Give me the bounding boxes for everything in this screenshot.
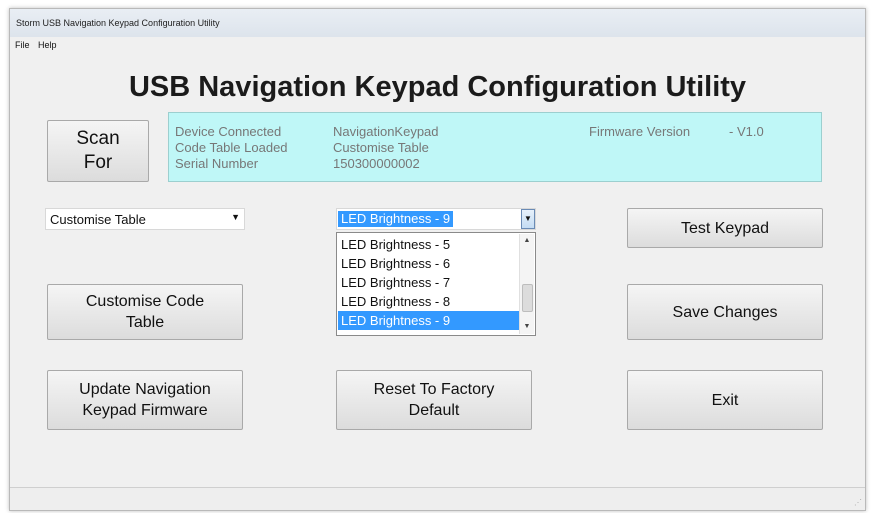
customise-code-table-button[interactable]: Customise Code Table bbox=[47, 284, 243, 340]
chevron-down-icon[interactable]: ▼ bbox=[521, 209, 535, 229]
led-brightness-select[interactable]: LED Brightness - 9 ▼ bbox=[336, 208, 536, 230]
title-bar: Storm USB Navigation Keypad Configuratio… bbox=[10, 9, 865, 37]
device-connected-value: NavigationKeypad bbox=[333, 124, 439, 139]
dropdown-option[interactable]: LED Brightness - 7 bbox=[338, 273, 519, 292]
menu-bar: File Help bbox=[10, 37, 865, 57]
led-brightness-select-value: LED Brightness - 9 bbox=[338, 211, 454, 227]
firmware-version-label: Firmware Version bbox=[589, 124, 691, 139]
exit-label: Exit bbox=[711, 391, 739, 409]
chevron-down-icon: ▼ bbox=[231, 212, 240, 222]
resize-grip-icon[interactable]: ⋰ bbox=[854, 498, 862, 507]
update-label-line2: Keypad Firmware bbox=[82, 402, 208, 419]
customise-label-line1: Customise Code bbox=[85, 293, 205, 310]
dropdown-option-selected[interactable]: LED Brightness - 9 bbox=[338, 311, 519, 330]
menu-help[interactable]: Help bbox=[38, 40, 57, 50]
scroll-up-icon[interactable]: ▲ bbox=[520, 234, 534, 248]
scroll-down-icon[interactable]: ▼ bbox=[520, 320, 534, 334]
status-bar: ⋰ bbox=[10, 487, 865, 510]
code-table-select[interactable]: Customise Table ▼ bbox=[45, 208, 245, 230]
reset-label-line2: Default bbox=[408, 402, 460, 419]
serial-number-label: Serial Number bbox=[175, 156, 259, 171]
save-changes-button[interactable]: Save Changes bbox=[627, 284, 823, 340]
led-brightness-dropdown: LED Brightness - 5 LED Brightness - 6 LE… bbox=[336, 232, 536, 336]
save-changes-label: Save Changes bbox=[672, 303, 778, 321]
dropdown-option[interactable]: LED Brightness - 6 bbox=[338, 254, 519, 273]
reset-label-line1: Reset To Factory bbox=[373, 381, 495, 398]
menu-file[interactable]: File bbox=[15, 40, 30, 50]
dropdown-option[interactable]: LED Brightness - 5 bbox=[338, 235, 519, 254]
test-keypad-label: Test Keypad bbox=[680, 219, 770, 237]
exit-button[interactable]: Exit bbox=[627, 370, 823, 430]
window-title: Storm USB Navigation Keypad Configuratio… bbox=[16, 18, 220, 28]
code-table-value: Customise Table bbox=[333, 140, 429, 155]
firmware-version-value: - V1.0 bbox=[729, 124, 764, 139]
customise-label-line2: Table bbox=[125, 314, 165, 331]
dropdown-option[interactable]: LED Brightness - 8 bbox=[338, 292, 519, 311]
scroll-thumb[interactable] bbox=[522, 284, 533, 312]
scan-button-line1: Scan bbox=[76, 128, 120, 149]
update-label-line1: Update Navigation bbox=[79, 381, 211, 398]
dropdown-scrollbar[interactable]: ▲ ▼ bbox=[519, 234, 534, 334]
scan-for-button[interactable]: Scan For bbox=[47, 120, 149, 182]
device-connected-label: Device Connected bbox=[175, 124, 282, 139]
update-firmware-button[interactable]: Update Navigation Keypad Firmware bbox=[47, 370, 243, 430]
page-title: USB Navigation Keypad Configuration Util… bbox=[128, 71, 747, 103]
device-info-panel: Device Connected NavigationKeypad Code T… bbox=[168, 112, 822, 182]
test-keypad-button[interactable]: Test Keypad bbox=[627, 208, 823, 248]
code-table-label: Code Table Loaded bbox=[175, 140, 288, 155]
reset-factory-default-button[interactable]: Reset To Factory Default bbox=[336, 370, 532, 430]
code-table-select-value: Customise Table bbox=[50, 212, 146, 227]
scan-button-line2: For bbox=[83, 152, 113, 173]
serial-number-value: 150300000002 bbox=[333, 156, 420, 171]
